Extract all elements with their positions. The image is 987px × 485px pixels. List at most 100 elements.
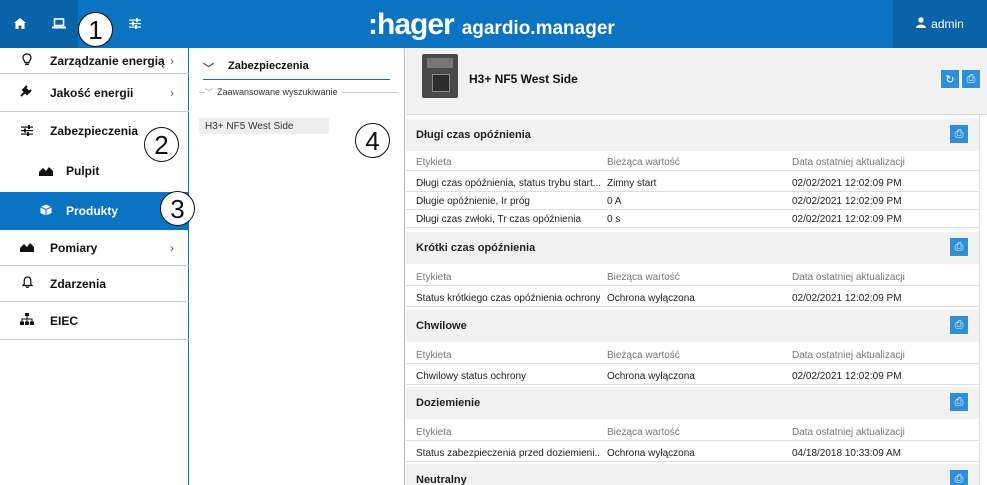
section-title: Długi czas opóźnienia — [416, 129, 531, 141]
bell-icon — [18, 276, 36, 291]
callout-marker: 1 — [78, 12, 113, 47]
column-header: Bieżąca wartość — [607, 157, 680, 168]
cell-date: 02/02/2021 12:02:09 PM — [792, 178, 902, 189]
sidebar-item-events[interactable]: Zdarzenia — [0, 266, 189, 302]
section-header: Krótki czas opóźnienia ⎙ — [406, 232, 979, 264]
column-header: Etykieta — [416, 272, 452, 283]
user-name: admin — [931, 17, 964, 31]
app-name: agardio.manager — [461, 18, 615, 39]
device-image — [422, 54, 458, 98]
advanced-search-label: Zaawansowane wyszukiwanie — [217, 87, 338, 97]
sidebar-item-energy-management[interactable]: Zarządzanie energią › — [0, 48, 189, 74]
section-header: Doziemienie ⎙ — [406, 387, 979, 419]
column-header: Bieżąca wartość — [607, 272, 680, 283]
home-button[interactable] — [0, 0, 40, 48]
sidebar: Zarządzanie energią › Jakość energii › Z… — [0, 48, 189, 485]
area-chart-icon — [18, 240, 36, 255]
export-icon: ⎙ — [954, 127, 964, 140]
cell-date: 02/02/2021 12:02:09 PM — [792, 196, 902, 207]
column-header: Etykieta — [416, 157, 452, 168]
cell-date: 04/18/2018 10:33:09 AM — [792, 448, 901, 459]
divider — [979, 115, 980, 485]
callout-marker: 3 — [160, 191, 195, 226]
column-header: Data ostatniej aktualizacji — [792, 427, 905, 438]
device-title: H3+ NF5 West Side — [469, 72, 578, 86]
section-title: Chwilowe — [416, 320, 467, 332]
table-header-row: Etykieta Bieżąca wartość Data ostatniej … — [406, 423, 979, 441]
cell-date: 02/02/2021 12:02:09 PM — [792, 371, 902, 382]
chevron-down-icon: ﹀ — [203, 63, 214, 75]
export-button[interactable]: ⎙ — [950, 238, 968, 256]
cell-value: Ochrona wyłączona — [607, 371, 695, 382]
sidebar-item-label: Jakość energii — [50, 85, 134, 100]
devices-button[interactable] — [40, 0, 78, 48]
section-header: Długi czas opóźnienia ⎙ — [406, 119, 979, 151]
sitemap-icon — [18, 313, 36, 328]
sidebar-item-eiec[interactable]: EIEC — [0, 302, 189, 340]
callout-marker: 2 — [144, 127, 179, 162]
refresh-icon: ↻ — [945, 73, 955, 86]
callout-marker: 4 — [355, 123, 390, 158]
plug-icon — [18, 85, 36, 100]
export-button[interactable]: ⎙ — [950, 470, 968, 485]
top-bar: :hager agardio.manager admin — [0, 0, 987, 48]
sliders-icon — [18, 124, 36, 139]
refresh-button[interactable]: ↻ — [941, 70, 959, 88]
export-button[interactable]: ⎙ — [962, 70, 980, 88]
table-row[interactable]: Status zabezpieczenia przed doziemieni..… — [406, 444, 979, 462]
cell-label: Status krótkiego czas opóźnienia ochrony — [416, 293, 600, 304]
sliders-icon — [129, 17, 141, 32]
cell-label: Chwilowy status ochrony — [416, 371, 527, 382]
cell-label: Długi czas opóźnienia, status trybu star… — [416, 178, 600, 189]
cell-value: Ochrona wyłączona — [607, 293, 695, 304]
section-title: Neutralny — [416, 474, 467, 485]
tree-item-device[interactable]: H3+ NF5 West Side — [199, 118, 329, 134]
tree-panel: ﹀ Zabezpieczenia ﹀ Zaawansowane wyszukiw… — [191, 48, 405, 485]
section-header: Neutralny ⎙ — [406, 464, 979, 485]
cell-date: 02/02/2021 12:02:09 PM — [792, 214, 902, 225]
brand-name: :hager — [368, 8, 455, 41]
table-row[interactable]: Długi czas opóźnienia, status trybu star… — [406, 174, 979, 192]
lightbulb-icon — [18, 52, 36, 69]
table-row[interactable]: Długi czas zwłoki, Tr czas opóźnienia 0 … — [406, 210, 979, 228]
table-row[interactable]: Status krótkiego czas opóźnienia ochrony… — [406, 289, 979, 307]
cell-value: 0 s — [607, 214, 621, 225]
column-header: Etykieta — [416, 350, 452, 361]
column-header: Bieżąca wartość — [607, 350, 680, 361]
cell-label: Długie opóźnienie, Ir próg — [416, 196, 530, 207]
export-icon: ⎙ — [954, 318, 964, 331]
table-header-row: Etykieta Bieżąca wartość Data ostatniej … — [406, 346, 979, 364]
export-icon: ⎙ — [954, 240, 964, 253]
column-header: Bieżąca wartość — [607, 427, 680, 438]
column-header: Data ostatniej aktualizacji — [792, 350, 905, 361]
sidebar-item-label: Zabezpieczenia — [50, 124, 139, 138]
divider — [341, 91, 398, 93]
user-menu[interactable]: admin — [893, 0, 987, 48]
section-title: Krótki czas opóźnienia — [416, 242, 536, 254]
column-header: Data ostatniej aktualizacji — [792, 272, 905, 283]
chevron-down-icon: ﹀ — [205, 87, 213, 97]
sidebar-item-measurements[interactable]: Pomiary › — [0, 230, 189, 266]
export-button[interactable]: ⎙ — [950, 393, 968, 411]
tree-header[interactable]: ﹀ Zabezpieczenia — [203, 60, 390, 80]
cube-icon — [37, 204, 55, 219]
export-button[interactable]: ⎙ — [950, 125, 968, 143]
export-button[interactable]: ⎙ — [950, 316, 968, 334]
laptop-icon — [52, 17, 66, 32]
settings-button[interactable] — [118, 0, 152, 48]
cell-value: 0 A — [607, 196, 622, 207]
table-row[interactable]: Chwilowy status ochrony Ochrona wyłączon… — [406, 367, 979, 385]
cell-date: 02/02/2021 12:02:09 PM — [792, 293, 902, 304]
app-logo: :hager agardio.manager — [368, 8, 615, 42]
advanced-search-toggle[interactable]: ﹀ Zaawansowane wyszukiwanie — [199, 86, 398, 98]
sidebar-item-energy-quality[interactable]: Jakość energii › — [0, 74, 189, 112]
section-header: Chwilowe ⎙ — [406, 310, 979, 342]
sidebar-item-label: Zarządzanie energią — [50, 53, 165, 68]
export-icon: ⎙ — [966, 72, 976, 85]
table-row[interactable]: Długie opóźnienie, Ir próg 0 A 02/02/202… — [406, 192, 979, 210]
user-icon — [916, 17, 927, 31]
chevron-right-icon: › — [170, 85, 174, 100]
sidebar-item-label: EIEC — [50, 313, 79, 328]
cell-value: Ochrona wyłączona — [607, 448, 695, 459]
cell-value: Zimny start — [607, 178, 657, 189]
